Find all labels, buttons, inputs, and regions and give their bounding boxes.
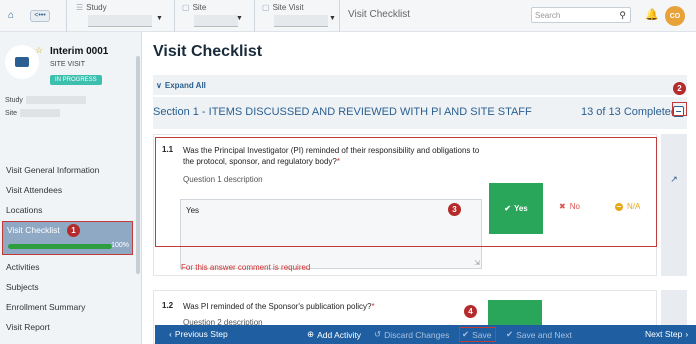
chevron-right-icon: › (685, 329, 689, 339)
section-completion-count: 13 of 13 Completed (581, 106, 678, 118)
discard-changes-label: Discard Changes (384, 329, 450, 340)
breadcrumb-current-page: Visit Checklist (348, 9, 411, 20)
save-and-next-button[interactable]: ✔ Save and Next (506, 329, 572, 340)
plus-circle-icon: ⊕ (307, 329, 315, 339)
study-meta-label: Study (5, 96, 23, 104)
footer-action-bar: ‹ Previous Step ⊕ Add Activity ↺ Discard Ch… (155, 325, 696, 344)
study-meta-value (25, 96, 86, 104)
sidebar-item-locations[interactable]: Locations (6, 205, 42, 215)
breadcrumb-study-label: Study (86, 3, 107, 12)
sidebar-item-activities[interactable]: Activities (6, 262, 40, 272)
sidebar-item-subjects[interactable]: Subjects (6, 282, 39, 292)
star-icon[interactable]: ☆ (35, 45, 43, 56)
site-visit-select[interactable] (274, 15, 328, 27)
status-badge: IN PROGRESS (50, 75, 102, 85)
sidebar-item-visit-attendees[interactable]: Visit Attendees (6, 185, 62, 195)
sidebar-scrollbar[interactable] (136, 56, 140, 274)
chevron-down-icon[interactable]: ▼ (156, 15, 163, 22)
page-title: Visit Checklist (153, 43, 263, 60)
highlight-save-button (459, 327, 496, 342)
breadcrumb-site[interactable]: ▢ Site ▼ (182, 0, 252, 32)
site-icon: ▢ (182, 3, 190, 12)
site-select[interactable] (194, 15, 238, 27)
search-icon[interactable]: ⚲ (619, 10, 626, 21)
top-bar: ⌂ <••• ☰ Study ▼ ▢ Site ▼ ▢ Site Visit ▼ Vi… (0, 0, 696, 32)
breadcrumb-site-visit[interactable]: ▢ Site Visit ▼ (262, 0, 337, 32)
sidebar: ☆ Interim 0001 SITE VISIT IN PROGRESS St… (0, 32, 142, 344)
previous-step-label: Previous Step (174, 329, 228, 339)
study-select[interactable] (88, 15, 152, 27)
site-meta-value (20, 109, 61, 117)
check-icon: ✔ (506, 329, 514, 339)
checklist-progress-bar (8, 244, 112, 249)
breadcrumb-study[interactable]: ☰ Study ▼ (76, 0, 176, 32)
visit-type: SITE VISIT (50, 61, 86, 68)
sidebar-item-enrollment-summary[interactable]: Enrollment Summary (6, 302, 85, 312)
site-meta-label: Site (5, 109, 18, 117)
next-step-label: Next Step (645, 329, 683, 339)
search-input[interactable]: Search ⚲ (531, 7, 631, 23)
double-chevron-down-icon: ∨ (156, 80, 162, 90)
sidebar-item-label: Visit Checklist (7, 225, 60, 235)
bell-icon[interactable]: 🔔 (645, 8, 659, 21)
validation-error: For this answer comment is required (181, 263, 311, 272)
sidebar-item-visit-general-information[interactable]: Visit General Information (6, 165, 99, 175)
chevron-down-icon[interactable]: ▼ (236, 15, 243, 22)
annotation-marker: 2 (673, 82, 686, 95)
question-number: 1.2 (162, 301, 174, 310)
undo-icon: ↺ (374, 329, 382, 339)
breadcrumb-separator (174, 0, 175, 32)
chevron-down-icon[interactable]: ▼ (329, 15, 336, 22)
sidebar-item-visit-report[interactable]: Visit Report (6, 322, 50, 332)
chevron-left-icon: ‹ (169, 329, 172, 339)
section-title: Section 1 - ITEMS DISCUSSED AND REVIEWED… (153, 106, 532, 118)
progress-percent: 100% (111, 242, 129, 249)
annotation-marker: 1 (67, 224, 80, 237)
previous-step-button[interactable]: ‹ Previous Step (169, 329, 228, 339)
question-side-panel: ↗ (661, 134, 687, 276)
required-mark: * (371, 302, 375, 311)
resize-handle-icon[interactable]: ⇲ (474, 259, 480, 267)
question-text: Was PI reminded of the Sponsor's publica… (183, 301, 483, 312)
avatar[interactable]: CO (665, 6, 685, 26)
briefcase-icon (5, 45, 39, 79)
progress-fill (8, 244, 112, 249)
site-meta: Site (5, 109, 61, 117)
home-icon[interactable]: ⌂ (0, 0, 22, 32)
breadcrumb-site-visit-label: Site Visit (272, 3, 304, 12)
highlight-question (155, 137, 657, 247)
visit-title: Interim 0001 (50, 46, 109, 57)
next-step-button[interactable]: Next Step › (645, 329, 688, 339)
annotation-marker: 4 (464, 305, 477, 318)
breadcrumb-separator (339, 0, 340, 32)
save-and-next-label: Save and Next (516, 329, 572, 340)
add-activity-button[interactable]: ⊕ Add Activity (307, 329, 361, 340)
breadcrumb-separator (254, 0, 255, 32)
study-icon: ☰ (76, 3, 84, 12)
section-header[interactable]: Section 1 - ITEMS DISCUSSED AND REVIEWED… (153, 97, 687, 129)
add-activity-label: Add Activity (317, 329, 362, 340)
breadcrumb-separator (66, 0, 67, 32)
search-placeholder: Search (535, 10, 561, 20)
external-link-icon[interactable]: ↗ (670, 174, 678, 276)
highlight-collapse-button (672, 102, 687, 116)
expand-all-label: Expand All (164, 80, 206, 90)
breadcrumb-back-button[interactable]: <••• (30, 9, 50, 22)
annotation-marker: 3 (448, 203, 461, 216)
question-text-body: Was PI reminded of the Sponsor's publica… (183, 302, 372, 311)
site-visit-icon: ▢ (262, 3, 270, 12)
expand-all-button[interactable]: ∨ Expand All (153, 75, 687, 95)
breadcrumb-site-label: Site (192, 3, 207, 12)
study-meta: Study (5, 96, 86, 104)
discard-changes-button[interactable]: ↺ Discard Changes (374, 329, 449, 340)
